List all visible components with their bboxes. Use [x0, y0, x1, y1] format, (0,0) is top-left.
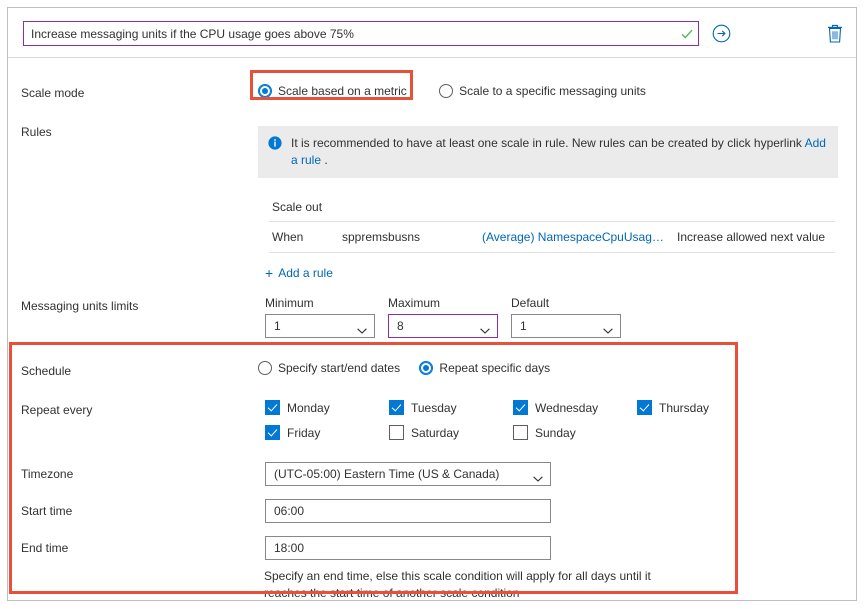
radio-indicator: [439, 84, 454, 98]
scale-condition-card: Scale mode Scale based on a metric Scale…: [7, 7, 857, 601]
checkbox-friday[interactable]: Friday: [265, 425, 389, 440]
rules-info-banner: It is recommended to have at least one s…: [258, 126, 838, 178]
checkbox-tuesday[interactable]: Tuesday: [389, 400, 513, 415]
messaging-units-limits-fields: Minimum 1 Maximum 8 Default 1: [265, 296, 621, 338]
chevron-down-icon: [603, 323, 613, 334]
table-row[interactable]: When sppremsbusns (Average) NamespaceCpu…: [269, 222, 835, 253]
rule-action-cell: Increase allowed next value: [677, 230, 826, 244]
timezone-value: (UTC-05:00) Eastern Time (US & Canada): [274, 467, 500, 481]
default-units-value: 1: [520, 319, 527, 333]
radio-specify-start-end-dates[interactable]: Specify start/end dates: [258, 361, 400, 375]
checkbox-thursday[interactable]: Thursday: [637, 400, 709, 415]
minimum-units-field: Minimum 1: [265, 296, 375, 338]
condition-name-field[interactable]: [23, 21, 699, 46]
checkbox-sunday[interactable]: Sunday: [513, 425, 637, 440]
checkbox-indicator: [265, 425, 280, 440]
condition-name-input[interactable]: [24, 22, 676, 45]
maximum-units-select[interactable]: 8: [388, 314, 498, 338]
timezone-label: Timezone: [21, 467, 74, 481]
checkbox-label: Monday: [287, 400, 330, 415]
maximum-caption: Maximum: [388, 296, 441, 310]
repeat-every-label: Repeat every: [21, 403, 93, 417]
timezone-select[interactable]: (UTC-05:00) Eastern Time (US & Canada): [265, 462, 551, 486]
radio-indicator: [258, 361, 272, 375]
checkbox-indicator: [389, 425, 404, 440]
rule-resource-cell: sppremsbusns: [342, 230, 421, 244]
arrow-right-circle-icon[interactable]: [712, 24, 731, 43]
checkbox-indicator: [637, 400, 652, 415]
end-time-label: End time: [21, 541, 69, 555]
check-icon: [676, 27, 698, 41]
minimum-units-select[interactable]: 1: [265, 314, 375, 338]
checkbox-label: Thursday: [659, 400, 710, 415]
radio-label: Specify start/end dates: [278, 361, 401, 375]
scale-rules-table: Scale out When sppremsbusns (Average) Na…: [269, 196, 835, 253]
schedule-label: Schedule: [21, 364, 72, 378]
radio-scale-based-on-metric[interactable]: Scale based on a metric: [258, 84, 407, 98]
checkbox-label: Saturday: [411, 425, 460, 440]
maximum-units-value: 8: [397, 319, 404, 333]
radio-scale-to-specific-units[interactable]: Scale to a specific messaging units: [439, 84, 646, 98]
checkbox-indicator: [389, 400, 404, 415]
plus-icon: +: [265, 265, 274, 281]
checkbox-wednesday[interactable]: Wednesday: [513, 400, 637, 415]
minimum-caption: Minimum: [265, 296, 314, 310]
chevron-down-icon: [357, 323, 367, 334]
add-a-rule-label: Add a rule: [278, 266, 333, 280]
scale-condition-page: Scale mode Scale based on a metric Scale…: [0, 0, 865, 609]
chevron-down-icon: [480, 323, 490, 334]
radio-repeat-specific-days[interactable]: Repeat specific days: [419, 361, 550, 375]
default-units-select[interactable]: 1: [511, 314, 621, 338]
checkbox-indicator: [513, 425, 528, 440]
checkbox-label: Tuesday: [411, 400, 457, 415]
rules-label: Rules: [21, 125, 52, 139]
rule-when-cell: When: [272, 230, 304, 244]
add-a-rule-button[interactable]: + Add a rule: [265, 266, 333, 280]
schedule-radio-group: Specify start/end dates Repeat specific …: [258, 361, 566, 378]
radio-label: Scale based on a metric: [278, 84, 407, 98]
info-text-before: It is recommended to have at least one s…: [291, 136, 805, 150]
messaging-units-limits-label: Messaging units limits: [21, 299, 139, 313]
radio-label: Scale to a specific messaging units: [459, 84, 646, 98]
radio-indicator: [258, 84, 272, 98]
trash-icon[interactable]: [826, 23, 844, 44]
chevron-down-icon: [533, 471, 543, 482]
scale-mode-radio-group: Scale based on a metric Scale to a speci…: [258, 84, 662, 101]
info-text-after: .: [321, 153, 328, 167]
radio-indicator: [419, 361, 434, 375]
maximum-units-field: Maximum 8: [388, 296, 498, 338]
end-time-helper-text: Specify an end time, else this scale con…: [264, 569, 651, 600]
scale-mode-label: Scale mode: [21, 86, 85, 100]
rules-info-text: It is recommended to have at least one s…: [291, 135, 828, 169]
start-time-input[interactable]: [265, 499, 551, 523]
rule-metric-cell[interactable]: (Average) NamespaceCpuUsag…: [482, 230, 677, 244]
radio-label: Repeat specific days: [439, 361, 551, 375]
checkbox-monday[interactable]: Monday: [265, 400, 389, 415]
checkbox-indicator: [513, 400, 528, 415]
default-caption: Default: [511, 296, 550, 310]
scale-out-caption: Scale out: [269, 196, 835, 222]
condition-name-row: [8, 8, 856, 58]
default-units-field: Default 1: [511, 296, 621, 338]
repeat-days-group: Monday Tuesday Wednesday Thursday Friday…: [265, 400, 745, 440]
checkbox-indicator: [265, 400, 280, 415]
checkbox-saturday[interactable]: Saturday: [389, 425, 513, 440]
info-icon: [268, 136, 282, 150]
start-time-label: Start time: [21, 504, 73, 518]
checkbox-label: Wednesday: [535, 400, 599, 415]
minimum-units-value: 1: [274, 319, 281, 333]
end-time-input[interactable]: [265, 536, 551, 560]
checkbox-label: Sunday: [535, 425, 576, 440]
checkbox-label: Friday: [287, 425, 321, 440]
